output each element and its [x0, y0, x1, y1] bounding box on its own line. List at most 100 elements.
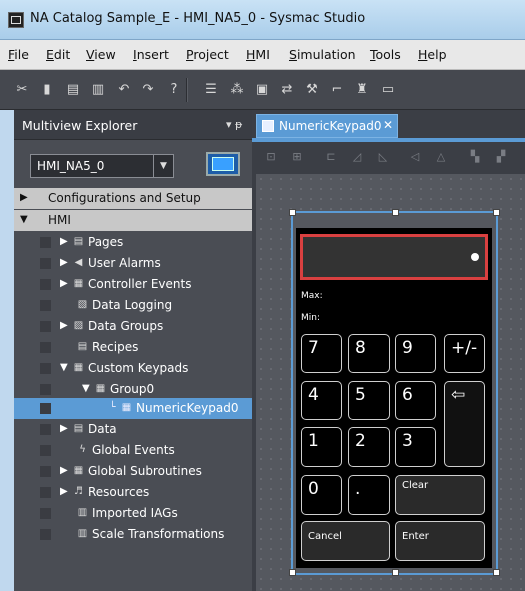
compare-icon[interactable]: ⁂	[229, 82, 245, 98]
toolbar-divider	[186, 78, 188, 102]
menu-file[interactable]: File	[8, 47, 29, 62]
menu-view[interactable]: View	[86, 47, 116, 62]
keypads-icon: ▦	[73, 362, 84, 373]
backspace-key[interactable]: ⇦	[444, 381, 485, 467]
expand-arrow-icon[interactable]: ▶	[60, 486, 68, 497]
undo-icon[interactable]: ↶	[116, 82, 132, 98]
tree-item-configurations-setup[interactable]: ▶ Configurations and Setup	[14, 188, 252, 209]
rotate-icon[interactable]: ◿	[350, 150, 364, 164]
tree-item-label: Global Subroutines	[88, 464, 202, 478]
menu-hmi[interactable]: HMI	[246, 47, 270, 62]
simulate-icon[interactable]: ⚒	[304, 82, 320, 98]
resize-handle[interactable]	[392, 209, 399, 216]
hmi-device-icon[interactable]	[206, 152, 240, 176]
menu-simulation[interactable]: Simulation	[289, 47, 356, 62]
help-icon[interactable]: ?	[166, 82, 182, 98]
menu-project[interactable]: Project	[186, 47, 229, 62]
key-9[interactable]: 9	[395, 334, 436, 373]
key-2[interactable]: 2	[348, 427, 390, 467]
key-7[interactable]: 7	[301, 334, 342, 373]
tree-item-hmi[interactable]: ▼ HMI	[14, 210, 252, 231]
resize-handle[interactable]	[493, 569, 500, 576]
resize-handle[interactable]	[289, 209, 296, 216]
resize-handle[interactable]	[392, 569, 399, 576]
expand-arrow-icon[interactable]: ▶	[60, 257, 68, 268]
expand-arrow-icon[interactable]: ▶	[60, 465, 68, 476]
global-events-icon: ϟ	[79, 444, 86, 455]
tree-item-imported-iags[interactable]: ▥ Imported IAGs	[14, 503, 252, 524]
key-decimal[interactable]: .	[348, 475, 390, 515]
resize-handle[interactable]	[493, 209, 500, 216]
tree-item-controller-events[interactable]: ▶ ▦ Controller Events	[14, 274, 252, 295]
transfer-icon[interactable]: ⇄	[279, 82, 295, 98]
send-back-icon[interactable]: ▞	[494, 150, 508, 164]
menu-insert[interactable]: Insert	[133, 47, 169, 62]
tree-item-data-logging[interactable]: ▧ Data Logging	[14, 295, 252, 316]
group-icon[interactable]: ⊞	[290, 150, 304, 164]
tree-item-global-events[interactable]: ϟ Global Events	[14, 440, 252, 461]
pin-icon[interactable]: ▾ ᵽ	[226, 118, 242, 131]
toolbar: ✂ ▮ ▤ ▥ ↶ ↷ ? ☰ ⁂ ▣ ⇄ ⚒ ⌐ ♜ ▭	[0, 70, 525, 110]
expand-arrow-icon[interactable]: ▶	[60, 423, 68, 434]
key-3[interactable]: 3	[395, 427, 436, 467]
tree-item-group0[interactable]: ▼ ▦ Group0	[14, 379, 252, 400]
clear-button[interactable]: Clear	[395, 475, 485, 515]
tree-item-user-alarms[interactable]: ▶ ◀ User Alarms	[14, 253, 252, 274]
flip-vertical-icon[interactable]: △	[434, 150, 448, 164]
item-marker	[40, 363, 51, 374]
enter-button[interactable]: Enter	[395, 521, 485, 561]
expand-arrow-icon[interactable]: ▶	[60, 236, 68, 247]
expand-arrow-icon[interactable]: ▼	[82, 383, 90, 394]
menu-edit[interactable]: Edit	[46, 47, 70, 62]
canvas-toolbar: ⊡ ⊞ ⊏ ◿ ◺ ◁ △ ▚ ▞	[252, 142, 525, 172]
tool-icon[interactable]: ⌐	[329, 82, 345, 98]
search-icon[interactable]: ♜	[354, 82, 370, 98]
cancel-button[interactable]: Cancel	[301, 521, 390, 561]
key-8[interactable]: 8	[348, 334, 390, 373]
build-icon[interactable]: ▣	[254, 82, 270, 98]
flip-horizontal-icon[interactable]: ◁	[408, 150, 422, 164]
close-icon[interactable]: ✕	[383, 118, 393, 132]
device-select[interactable]: HMI_NA5_0 ▼	[30, 154, 174, 178]
tree-item-pages[interactable]: ▶ ▤ Pages	[14, 232, 252, 253]
tree-item-global-subroutines[interactable]: ▶ ▦ Global Subroutines	[14, 461, 252, 482]
resize-handle[interactable]	[289, 569, 296, 576]
key-4[interactable]: 4	[301, 381, 342, 420]
delete-icon[interactable]: ▥	[90, 82, 106, 98]
menu-help[interactable]: Help	[418, 47, 447, 62]
chevron-down-icon[interactable]: ▼	[153, 155, 173, 177]
tree-item-recipes[interactable]: ▤ Recipes	[14, 337, 252, 358]
copy-icon[interactable]: ▮	[39, 82, 55, 98]
tree-icon[interactable]: ☰	[203, 82, 219, 98]
expand-arrow-icon[interactable]: ▶	[60, 320, 68, 331]
tree-item-resources[interactable]: ▶ ♬ Resources	[14, 482, 252, 503]
expand-arrow-icon[interactable]: ▼	[60, 362, 68, 373]
cut-icon[interactable]: ✂	[14, 82, 30, 98]
expand-arrow-icon[interactable]: ▼	[20, 214, 28, 225]
tree-item-scale-transformations[interactable]: ▥ Scale Transformations	[14, 524, 252, 545]
expand-arrow-icon[interactable]: ▶	[20, 192, 28, 203]
redo-icon[interactable]: ↷	[140, 82, 156, 98]
align-icon[interactable]: ⊡	[264, 150, 278, 164]
key-5[interactable]: 5	[348, 381, 390, 420]
monitor-app-icon	[8, 12, 24, 28]
iags-icon: ▥	[77, 507, 88, 518]
flip-icon[interactable]: ◺	[376, 150, 390, 164]
menu-tools[interactable]: Tools	[370, 47, 401, 62]
tab-numerickeypad0[interactable]: NumericKeypad0 ✕	[256, 114, 398, 138]
window-icon[interactable]: ▭	[380, 82, 396, 98]
keypad-display[interactable]	[300, 234, 488, 280]
tree-item-custom-keypads[interactable]: ▼ ▦ Custom Keypads	[14, 358, 252, 379]
key-plus-minus[interactable]: +/-	[444, 334, 485, 373]
key-1[interactable]: 1	[301, 427, 342, 467]
item-marker	[40, 529, 51, 540]
tree-item-data-groups[interactable]: ▶ ▨ Data Groups	[14, 316, 252, 337]
bring-front-icon[interactable]: ▚	[468, 150, 482, 164]
paste-icon[interactable]: ▤	[65, 82, 81, 98]
tree-item-data[interactable]: ▶ ▤ Data	[14, 419, 252, 440]
align-left-icon[interactable]: ⊏	[324, 150, 338, 164]
expand-arrow-icon[interactable]: ▶	[60, 278, 68, 289]
key-0[interactable]: 0	[301, 475, 342, 515]
tree-item-numerickeypad0[interactable]: └ ▦ NumericKeypad0	[14, 398, 252, 419]
key-6[interactable]: 6	[395, 381, 436, 420]
